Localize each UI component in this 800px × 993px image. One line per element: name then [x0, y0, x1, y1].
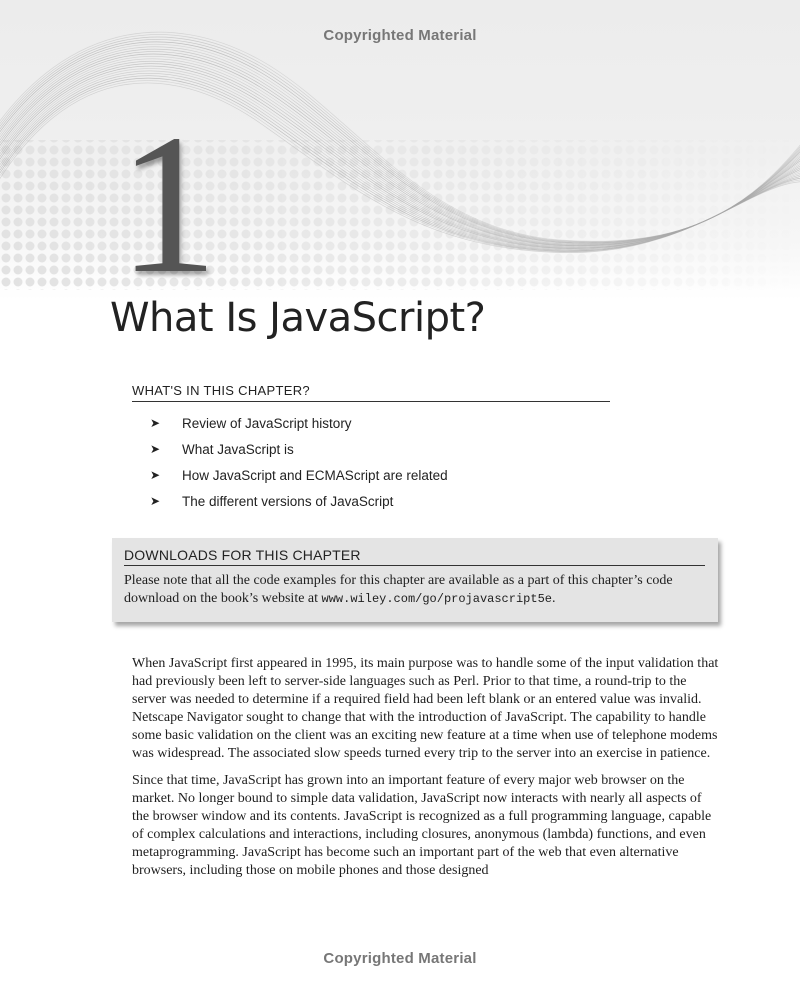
downloads-box: DOWNLOADS FOR THIS CHAPTER Please note t…: [112, 538, 718, 622]
download-url: www.wiley.com/go/projavascript5e: [321, 592, 552, 606]
copyright-watermark-top: Copyrighted Material: [323, 27, 477, 44]
list-item: ➤ How JavaScript and ECMAScript are relat…: [132, 462, 610, 488]
list-item-text: Review of JavaScript history: [182, 415, 352, 431]
downloads-note-end: .: [551, 591, 556, 606]
arrowhead-icon: ➤: [150, 416, 161, 430]
downloads-note: Please note that all the code examples f…: [124, 572, 705, 608]
downloads-heading: DOWNLOADS FOR THIS CHAPTER: [124, 547, 705, 566]
paragraph: Since that time, JavaScript has grown in…: [132, 773, 712, 878]
paragraph: When JavaScript first appeared in 1995, …: [132, 656, 719, 761]
list-item: ➤ The different versions of JavaScript: [132, 488, 610, 514]
list-item: ➤ What JavaScript is: [132, 436, 610, 462]
whats-in-chapter-box: WHAT'S IN THIS CHAPTER? ➤ Review of JavaS…: [132, 383, 610, 514]
arrowhead-icon: ➤: [150, 468, 161, 482]
list-item-text: How JavaScript and ECMAScript are relate…: [182, 467, 448, 483]
list-item-text: The different versions of JavaScript: [182, 493, 394, 509]
chapter-number: 1: [118, 94, 218, 315]
arrowhead-icon: ➤: [150, 442, 161, 456]
chapter-title: What Is JavaScript?: [110, 295, 486, 341]
arrowhead-icon: ➤: [150, 494, 161, 508]
list-item-text: What JavaScript is: [182, 441, 294, 457]
body-text: When JavaScript first appeared in 1995, …: [132, 655, 722, 889]
whats-in-heading: WHAT'S IN THIS CHAPTER?: [132, 383, 610, 402]
list-item: ➤ Review of JavaScript history: [132, 410, 610, 436]
copyright-watermark-bottom: Copyrighted Material: [323, 950, 477, 967]
chapter-topics-list: ➤ Review of JavaScript history ➤ What Java…: [132, 410, 610, 514]
